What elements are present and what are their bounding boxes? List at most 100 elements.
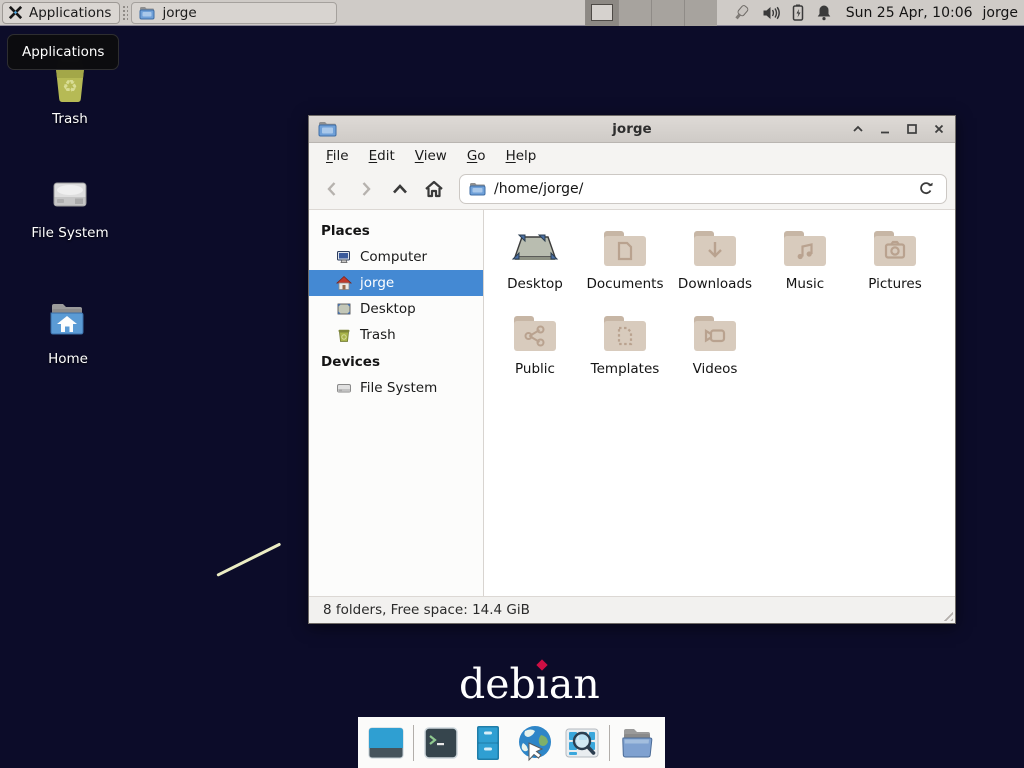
hard-drive-icon xyxy=(336,380,352,396)
hard-drive-icon xyxy=(46,170,94,218)
dock-separator xyxy=(413,725,414,761)
menu-file[interactable]: File xyxy=(316,145,359,167)
maximize-button[interactable] xyxy=(905,122,919,136)
desktop-icon-label: Trash xyxy=(52,111,88,127)
forward-button[interactable] xyxy=(351,174,381,204)
workspace-4[interactable] xyxy=(684,0,717,26)
sidebar-item-label: jorge xyxy=(360,275,394,291)
debian-logo: debıan xyxy=(459,660,600,708)
back-button[interactable] xyxy=(317,174,347,204)
sidebar-item-label: Computer xyxy=(360,249,427,265)
home-folder-icon xyxy=(44,298,92,344)
workspace-window-preview xyxy=(591,4,613,21)
sidebar-item-label: Trash xyxy=(360,327,396,343)
desktop-icon-file-system[interactable]: File System xyxy=(22,170,118,241)
pen-tool-icon[interactable] xyxy=(731,4,751,22)
file-item-label: Pictures xyxy=(868,276,921,292)
file-item-label: Desktop xyxy=(507,276,563,292)
minimize-button[interactable] xyxy=(878,122,892,136)
debian-logo-text: deb xyxy=(459,660,536,708)
sidebar-item-jorge[interactable]: jorge xyxy=(309,270,483,296)
file-item-public[interactable]: Public xyxy=(492,308,578,377)
file-item-label: Templates xyxy=(591,361,660,377)
svg-text:♻: ♻ xyxy=(62,77,77,97)
desktop-icon-label: File System xyxy=(31,225,108,241)
file-manager-window: jorge File Edit View Go Help xyxy=(308,115,956,624)
folder-pictures-icon xyxy=(871,228,919,268)
file-item-downloads[interactable]: Downloads xyxy=(672,223,758,292)
sidebar-item-label: Desktop xyxy=(360,301,416,317)
statusbar: 8 folders, Free space: 14.4 GiB xyxy=(309,596,955,623)
panel-username[interactable]: jorge xyxy=(983,5,1018,21)
menu-help[interactable]: Help xyxy=(496,145,547,167)
menu-edit[interactable]: Edit xyxy=(359,145,405,167)
desktop-icon-home[interactable]: Home xyxy=(20,298,116,367)
folder-videos-icon xyxy=(691,313,739,353)
xfce-applications-icon xyxy=(7,4,24,21)
volume-icon[interactable] xyxy=(762,5,780,21)
sidebar-item-trash[interactable]: Trash xyxy=(309,322,483,348)
system-tray xyxy=(717,4,842,22)
web-browser-icon[interactable] xyxy=(515,723,555,763)
workspace-2[interactable] xyxy=(618,0,651,26)
menu-view[interactable]: View xyxy=(405,145,457,167)
applications-tooltip: Applications xyxy=(7,34,119,70)
file-item-desktop[interactable]: Desktop xyxy=(492,223,578,292)
path-folder-icon xyxy=(469,182,486,196)
workspace-1[interactable] xyxy=(585,0,618,26)
file-grid: Desktop Documents xyxy=(484,210,955,596)
file-item-label: Music xyxy=(786,276,824,292)
workspace-switcher xyxy=(585,0,717,26)
applications-menu-label: Applications xyxy=(29,5,111,21)
folder-icon xyxy=(139,6,155,20)
close-button[interactable] xyxy=(932,122,946,136)
desktop-icon-label: Home xyxy=(48,351,88,367)
home-icon xyxy=(336,275,352,291)
applications-menu-button[interactable]: Applications xyxy=(2,2,120,24)
file-item-documents[interactable]: Documents xyxy=(582,223,668,292)
window-folder-icon xyxy=(318,121,337,137)
terminal-icon[interactable] xyxy=(421,723,461,763)
panel-clock[interactable]: Sun 25 Apr, 10:06 xyxy=(846,5,973,21)
sidebar-item-computer[interactable]: Computer xyxy=(309,244,483,270)
desktop-line-artifact xyxy=(216,542,281,576)
file-item-music[interactable]: Music xyxy=(762,223,848,292)
shade-button[interactable] xyxy=(851,122,865,136)
folder-icon[interactable] xyxy=(617,723,657,763)
file-item-videos[interactable]: Videos xyxy=(672,308,758,377)
debian-logo-text: an xyxy=(549,660,600,708)
desktop-surface-icon xyxy=(511,228,559,268)
file-item-label: Documents xyxy=(587,276,664,292)
sidebar-item-desktop[interactable]: Desktop xyxy=(309,296,483,322)
toolbar: /home/jorge/ xyxy=(309,169,955,210)
file-item-label: Downloads xyxy=(678,276,752,292)
home-button[interactable] xyxy=(419,174,449,204)
sidebar-item-label: File System xyxy=(360,380,437,396)
taskbar-window-button[interactable]: jorge xyxy=(131,2,337,24)
top-panel: Applications jorge xyxy=(0,0,1024,26)
folder-downloads-icon xyxy=(691,228,739,268)
show-desktop-icon[interactable] xyxy=(366,723,406,763)
file-cabinet-icon[interactable] xyxy=(468,723,508,763)
folder-public-icon xyxy=(511,313,559,353)
resize-grip[interactable] xyxy=(940,608,953,621)
notifications-bell-icon[interactable] xyxy=(816,4,832,21)
file-item-pictures[interactable]: Pictures xyxy=(852,223,938,292)
app-finder-icon[interactable] xyxy=(562,723,602,763)
path-input[interactable]: /home/jorge/ xyxy=(494,181,583,197)
reload-icon[interactable] xyxy=(915,181,937,197)
menubar: File Edit View Go Help xyxy=(309,143,955,169)
up-button[interactable] xyxy=(385,174,415,204)
sidebar-devices-header: Devices xyxy=(309,348,483,375)
path-bar[interactable]: /home/jorge/ xyxy=(459,174,947,204)
battery-icon[interactable] xyxy=(791,4,805,21)
sidebar-item-file-system[interactable]: File System xyxy=(309,375,483,401)
workspace-3[interactable] xyxy=(651,0,684,26)
panel-handle[interactable] xyxy=(122,5,128,21)
dock xyxy=(358,717,665,768)
computer-icon xyxy=(336,249,352,265)
menu-go[interactable]: Go xyxy=(457,145,496,167)
file-item-templates[interactable]: Templates xyxy=(582,308,668,377)
sidebar: Places Computer xyxy=(309,210,484,596)
titlebar[interactable]: jorge xyxy=(309,116,955,143)
